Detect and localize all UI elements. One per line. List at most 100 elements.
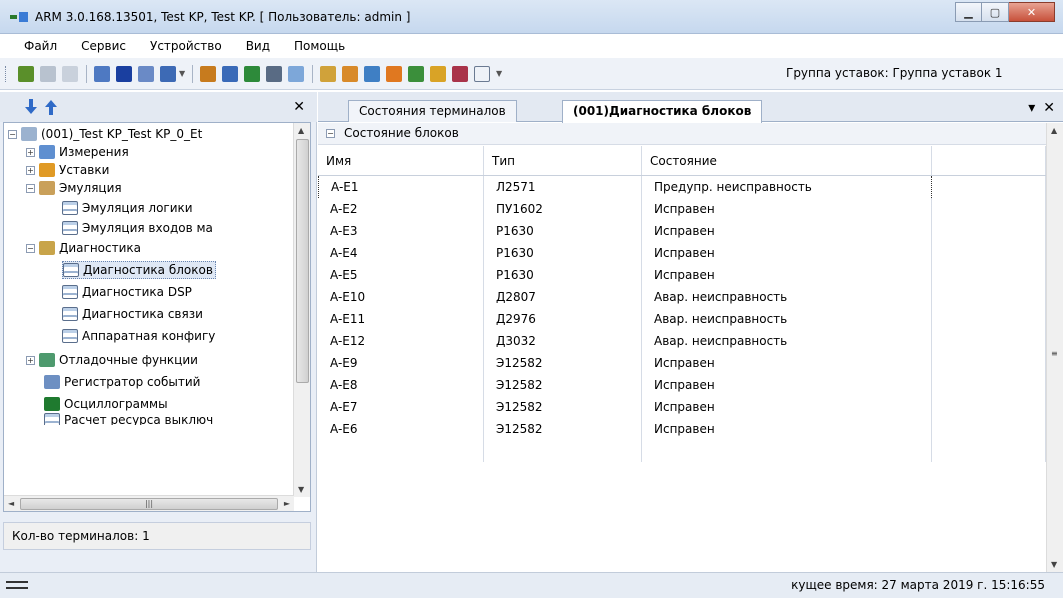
maximize-button[interactable]: ▢ (982, 2, 1009, 22)
current-time: кущее время: 27 марта 2019 г. 15:16:55 (791, 578, 1045, 592)
window-title: ARM 3.0.168.13501, Test KP, Test KP. [ П… (35, 10, 411, 24)
table-cell-name: A-E2 (318, 198, 484, 220)
menu-file[interactable]: Файл (12, 39, 69, 53)
tree-vertical-scrollbar[interactable]: ▲ ▼ (293, 123, 310, 497)
table-cell-type: Л2571 (484, 176, 642, 198)
tree-item-resource-calc[interactable]: Расчет ресурса выключ (44, 413, 213, 425)
tab-list-icon[interactable]: ▾ (1028, 100, 1035, 116)
tree-item-emulation[interactable]: − Эмуляция (26, 179, 122, 197)
tree-item-diagnostics[interactable]: − Диагностика (26, 239, 141, 257)
toolbar-grip[interactable] (5, 66, 8, 82)
table-row[interactable]: A-E8 Э12582 Исправен (318, 374, 1046, 396)
grid-view-icon[interactable] (116, 66, 132, 82)
scroll-left-icon[interactable]: ◄ (8, 499, 14, 508)
scroll-up-icon[interactable]: ▲ (1051, 126, 1057, 135)
tree-item-hardware-config[interactable]: Аппаратная конфигу (62, 327, 215, 345)
table-row[interactable]: A-E9 Э12582 Исправен (318, 352, 1046, 374)
window-icon[interactable] (160, 66, 176, 82)
table-icon[interactable] (138, 66, 154, 82)
table-cell-type: Э12582 (484, 396, 642, 418)
transfer-icon[interactable] (408, 66, 424, 82)
tree-icon[interactable] (244, 66, 260, 82)
tab-block-diagnostics[interactable]: (001)Диагностика блоков (562, 100, 763, 123)
tree-vertical-thumb[interactable] (296, 139, 309, 383)
scroll-right-icon[interactable]: ► (284, 499, 290, 508)
table-cell-name: A-E12 (318, 330, 484, 352)
tree-item-block-diagnostics[interactable]: Диагностика блоков (62, 261, 216, 279)
collapse-icon[interactable]: − (26, 243, 35, 253)
filter-icon[interactable] (266, 66, 282, 82)
table-row[interactable]: A-E10 Д2807 Авар. неисправность (318, 286, 1046, 308)
scroll-up-icon[interactable]: ▲ (298, 126, 304, 135)
table-row[interactable]: A-E12 Д3032 Авар. неисправность (318, 330, 1046, 352)
chevron-down-icon[interactable]: ▼ (496, 69, 502, 78)
table-row[interactable]: A-E7 Э12582 Исправен (318, 396, 1046, 418)
move-down-icon[interactable] (24, 99, 38, 115)
users-icon[interactable] (40, 66, 56, 82)
edit-icon[interactable] (342, 66, 358, 82)
close-tab-icon[interactable]: ✕ (1043, 100, 1055, 116)
menu-view[interactable]: Вид (234, 39, 282, 53)
tree-item-measurements[interactable]: + Измерения (26, 143, 129, 161)
menu-help[interactable]: Помощь (282, 39, 357, 53)
tree-item-oscillograms[interactable]: Осциллограммы (44, 395, 168, 413)
scroll-down-icon[interactable]: ▼ (1051, 560, 1057, 569)
collapse-icon[interactable]: − (8, 129, 17, 139)
tree-horizontal-scrollbar[interactable]: ◄ ||| ► (4, 495, 294, 511)
flag-icon[interactable] (452, 66, 468, 82)
table-row[interactable]: A-E4 P1630 Исправен (318, 242, 1046, 264)
export-icon[interactable] (288, 66, 304, 82)
tree-item-link-diagnostics[interactable]: Диагностика связи (62, 305, 203, 323)
save-icon[interactable] (364, 66, 380, 82)
menu-service[interactable]: Сервис (69, 39, 138, 53)
table-row[interactable]: A-E5 P1630 Исправен (318, 264, 1046, 286)
list-icon[interactable] (94, 66, 110, 82)
collapse-icon[interactable]: − (326, 129, 335, 138)
grid-vertical-scrollbar[interactable]: ▲ ≡ ▼ (1046, 123, 1063, 572)
feed-icon[interactable] (386, 66, 402, 82)
document-tabs: Состояния терминалов (001)Диагностика бл… (318, 92, 1063, 123)
find-icon[interactable] (320, 66, 336, 82)
group-header[interactable]: − Состояние блоков (318, 123, 1046, 145)
tree-item-logic-emulation[interactable]: Эмуляция логики (62, 199, 193, 217)
tab-terminal-states[interactable]: Состояния терминалов (348, 100, 517, 122)
table-cell-name: A-E8 (318, 374, 484, 396)
status-bar: кущее время: 27 марта 2019 г. 15:16:55 (0, 572, 1063, 598)
chevron-down-icon[interactable]: ▼ (179, 69, 185, 78)
report-icon[interactable] (222, 66, 238, 82)
settings-folder-icon (39, 163, 55, 177)
expand-icon[interactable]: + (26, 355, 35, 365)
tree-item-event-recorder[interactable]: Регистратор событий (44, 373, 200, 391)
menu-device[interactable]: Устройство (138, 39, 234, 53)
tree-item-terminal[interactable]: − (001)_Test KP_Test KP_0_Et (8, 125, 202, 143)
scroll-down-icon[interactable]: ▼ (298, 485, 304, 494)
table-row[interactable]: A-E3 P1630 Исправен (318, 220, 1046, 242)
table-row[interactable]: A-E2 ПУ1602 Исправен (318, 198, 1046, 220)
tree-horizontal-thumb[interactable]: ||| (20, 498, 278, 510)
tree-item-dsp-diagnostics[interactable]: Диагностика DSP (62, 283, 192, 301)
table-cell-name: A-E1 (318, 176, 484, 198)
tree-item-debug-functions[interactable]: + Отладочные функции (26, 351, 198, 369)
tree-item-settings[interactable]: + Уставки (26, 161, 109, 179)
properties-icon[interactable] (62, 66, 78, 82)
column-header-state[interactable]: Состояние (642, 146, 932, 175)
table-row[interactable]: A-E11 Д2976 Авар. неисправность (318, 308, 1046, 330)
table-row[interactable]: A-E1 Л2571 Предупр. неисправность (318, 176, 1046, 198)
move-up-icon[interactable] (44, 99, 58, 115)
connect-icon[interactable] (18, 66, 34, 82)
column-header-type[interactable]: Тип (484, 146, 642, 175)
settings-group-label[interactable]: Группа уставок: Группа уставок 1 (786, 66, 1003, 80)
close-window-button[interactable]: ✕ (1009, 2, 1055, 22)
tree-item-inputs-emulation[interactable]: Эмуляция входов ма (62, 219, 213, 237)
column-header-name[interactable]: Имя (318, 146, 484, 175)
dollar-icon[interactable] (474, 66, 490, 82)
table-row[interactable]: A-E6 Э12582 Исправен (318, 418, 1046, 440)
close-panel-icon[interactable]: ✕ (293, 99, 305, 115)
collapse-icon[interactable]: − (26, 183, 35, 193)
scroll-grip-icon[interactable]: ≡ (1051, 349, 1058, 358)
settings-icon[interactable] (430, 66, 446, 82)
refresh-icon[interactable] (200, 66, 216, 82)
expand-icon[interactable]: + (26, 147, 35, 157)
expand-icon[interactable]: + (26, 165, 35, 175)
minimize-button[interactable]: ▁ (955, 2, 982, 22)
